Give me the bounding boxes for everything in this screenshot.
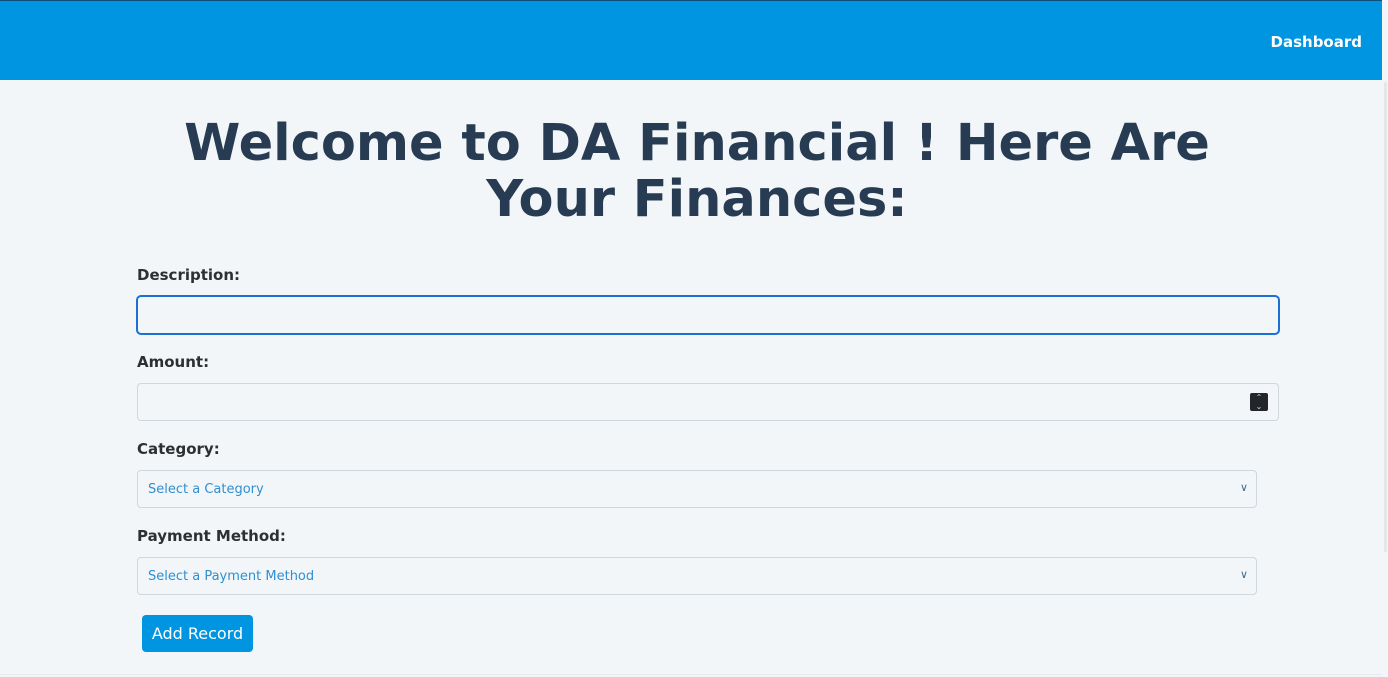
add-record-button[interactable]: Add Record [142,615,253,652]
category-select[interactable]: Select a Category ∨ [137,470,1257,508]
description-label: Description: [137,266,241,284]
payment-method-selected-value: Select a Payment Method [148,569,315,584]
amount-label: Amount: [137,353,210,371]
divider [0,674,1382,675]
description-input[interactable] [136,295,1280,335]
chevron-down-icon: ∨ [1239,481,1248,494]
payment-method-label: Payment Method: [137,527,286,545]
page-title: Welcome to DA Financial ! Here Are Your … [184,114,1210,229]
category-label: Category: [137,440,220,458]
top-navbar: Dashboard [0,0,1382,80]
scrollbar-thumb[interactable] [1384,82,1387,552]
payment-method-select[interactable]: Select a Payment Method ∨ [137,557,1257,595]
number-spinner-icon[interactable]: ⌃ ⌄ [1250,393,1268,411]
chevron-down-icon: ∨ [1239,568,1248,581]
nav-dashboard-link[interactable]: Dashboard [1271,33,1362,51]
amount-input[interactable] [137,383,1279,421]
category-selected-value: Select a Category [148,482,264,497]
